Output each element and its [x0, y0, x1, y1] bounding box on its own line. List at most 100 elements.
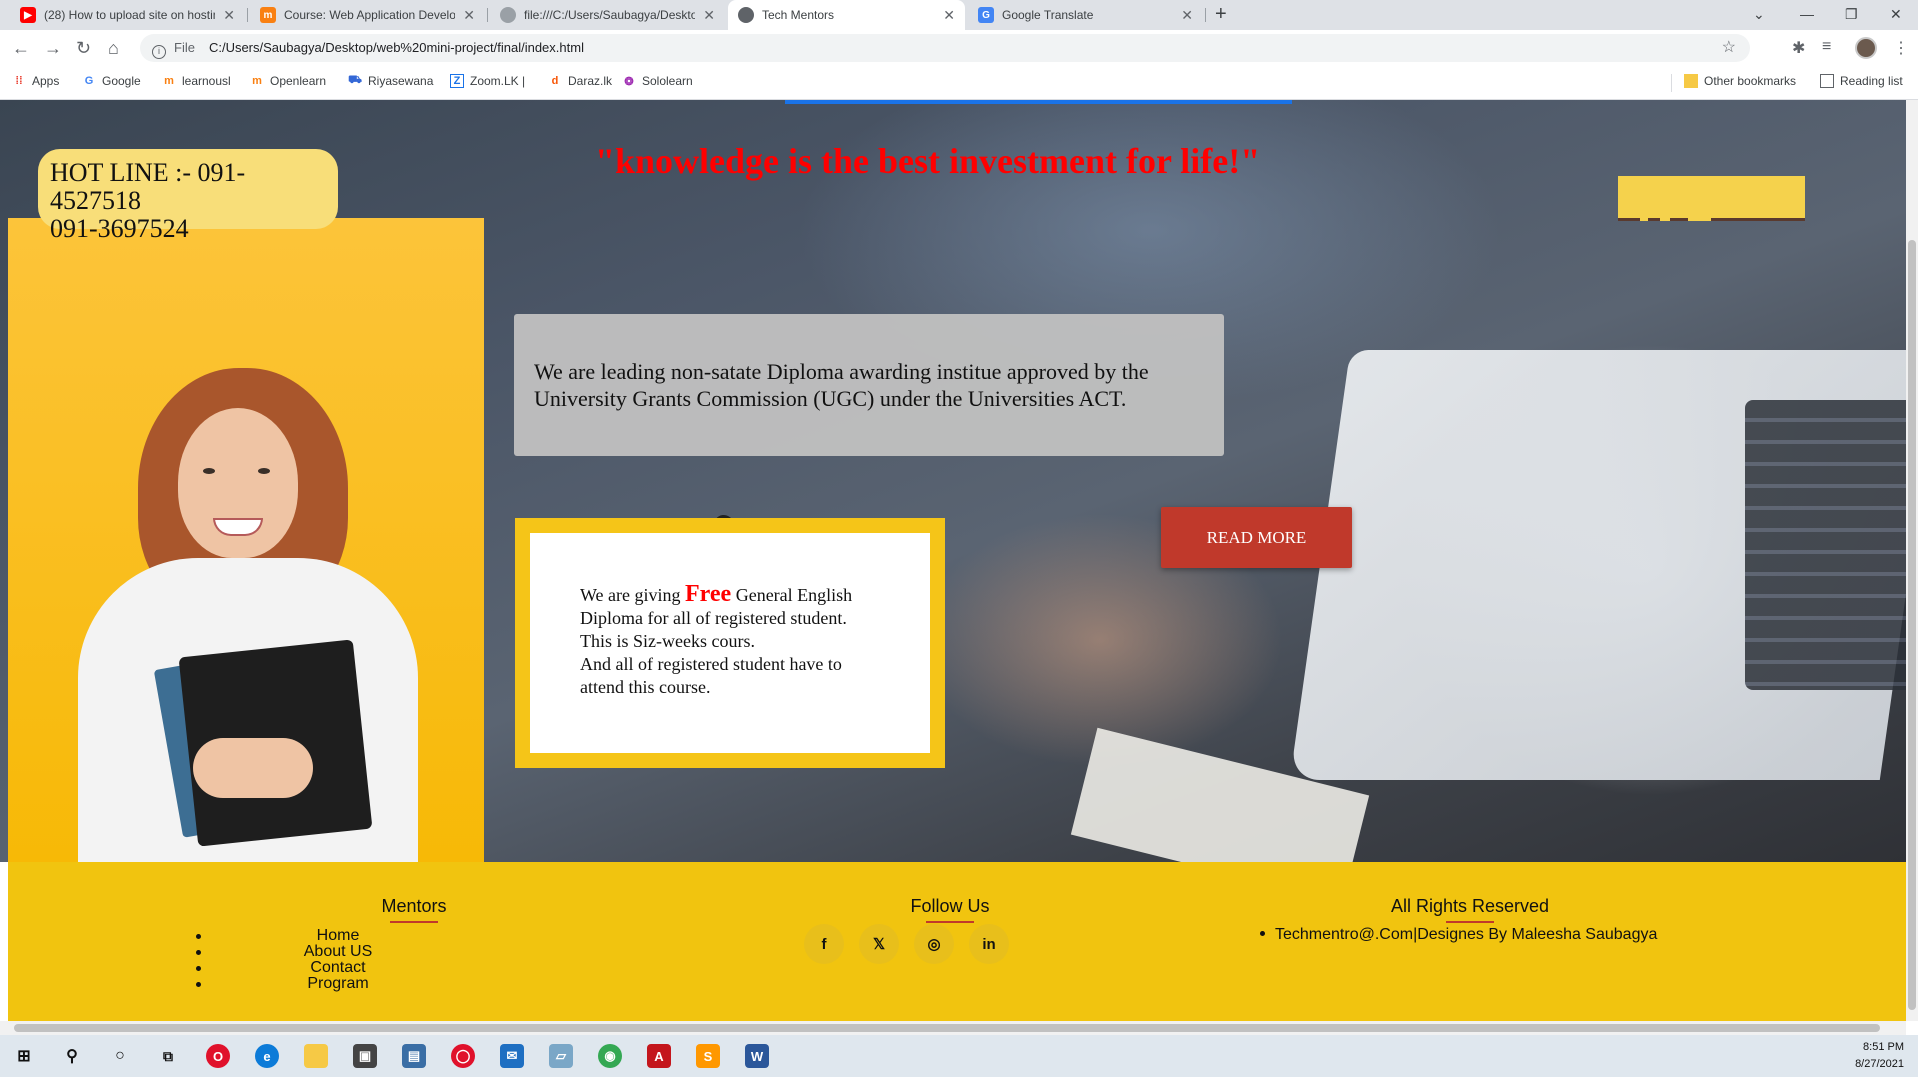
extensions-icon[interactable]: ✱: [1792, 38, 1805, 58]
media-controls-icon[interactable]: ≡: [1822, 38, 1831, 56]
bookmark-zoomlk[interactable]: Z Zoom.LK |: [450, 74, 525, 88]
linkedin-icon[interactable]: in: [969, 924, 1009, 964]
title-underline: [926, 921, 974, 923]
back-icon[interactable]: ←: [12, 36, 30, 60]
free-highlight: Free: [685, 581, 732, 607]
windows-start-icon[interactable]: ⊞: [12, 1044, 36, 1068]
bookmarks-bar: ⁞⁞ Apps G Google m learnousl m Openlearn ⛟ Ri…: [0, 66, 1918, 100]
free-course-text: We are giving Free General English Diplo…: [530, 533, 930, 753]
home-icon[interactable]: ⌂: [108, 36, 119, 60]
tab-separator: [487, 8, 488, 22]
bookmark-star-icon[interactable]: ☆: [1722, 34, 1736, 62]
daraz-icon: d: [551, 75, 559, 87]
facebook-icon[interactable]: f: [804, 924, 844, 964]
app-icon[interactable]: ▤: [402, 1044, 426, 1068]
notepad-icon[interactable]: ▱: [549, 1044, 573, 1068]
new-tab-button[interactable]: +: [1215, 0, 1227, 30]
bookmark-learnousl[interactable]: m learnousl: [162, 74, 231, 88]
bookmark-daraz[interactable]: d Daraz.lk: [548, 74, 612, 88]
word-icon[interactable]: W: [745, 1044, 769, 1068]
reading-list-icon: [1820, 74, 1834, 88]
forward-icon[interactable]: →: [44, 36, 62, 60]
tab-course[interactable]: m Course: Web Application Develop ✕: [250, 0, 485, 30]
tab-tech-mentors[interactable]: Tech Mentors ✕: [728, 0, 965, 30]
title-underline: [390, 921, 438, 923]
footer-rights-text: Techmentro@.Com|Designes By Maleesha Sau…: [1260, 926, 1657, 944]
close-window-icon[interactable]: ✕: [1890, 0, 1902, 30]
tab-google-translate[interactable]: G Google Translate ✕: [968, 0, 1203, 30]
globe-icon: [738, 7, 754, 23]
instagram-icon[interactable]: ◎: [914, 924, 954, 964]
scheme-label: File: [174, 40, 195, 55]
close-tab-icon[interactable]: ✕: [223, 7, 235, 24]
bookmark-sololearn[interactable]: ❂ Sololearn: [622, 74, 692, 88]
hotline-badge: HOT LINE :- 091-4527518 091-3697524: [38, 149, 338, 243]
scroll-thumb[interactable]: [14, 1024, 1880, 1032]
read-more-button[interactable]: READ MORE: [1161, 507, 1352, 568]
task-view-icon[interactable]: ⧉: [156, 1044, 180, 1068]
close-tab-icon[interactable]: ✕: [703, 7, 715, 24]
file-explorer-icon[interactable]: [304, 1044, 328, 1068]
tab-search-icon[interactable]: ⌄: [1753, 0, 1765, 30]
sublime-icon[interactable]: S: [696, 1044, 720, 1068]
scroll-thumb[interactable]: [1908, 240, 1916, 1010]
translate-icon: G: [978, 7, 994, 23]
info-icon[interactable]: i: [152, 45, 166, 59]
zoom-icon: Z: [450, 74, 464, 88]
google-icon: G: [84, 75, 94, 87]
url-field[interactable]: i File C:/Users/Saubagya/Desktop/web%20min…: [140, 34, 1750, 62]
search-icon[interactable]: ⚲: [60, 1044, 84, 1068]
tab-file[interactable]: file:///C:/Users/Saubagya/Deskto ✕: [490, 0, 725, 30]
cortana-icon[interactable]: ○: [108, 1044, 132, 1068]
close-tab-icon[interactable]: ✕: [463, 7, 475, 24]
page-viewport: "knowledge is the best investment for li…: [0, 100, 1906, 1021]
intro-box: We are leading non-satate Diploma awardi…: [514, 314, 1224, 456]
bookmark-google[interactable]: G Google: [82, 74, 141, 88]
footer-link-contact[interactable]: Contact: [188, 960, 488, 976]
clock-date: 8/27/2021: [1855, 1058, 1904, 1070]
mail-icon[interactable]: ✉: [500, 1044, 524, 1068]
footer-link-about[interactable]: About US: [188, 944, 488, 960]
decor-dash: [1618, 218, 1640, 221]
address-bar-row: ← → ↻ ⌂ i File C:/Users/Saubagya/Desktop/w…: [0, 30, 1918, 66]
photo-eye: [258, 468, 270, 474]
bookmark-openlearn[interactable]: m Openlearn: [250, 74, 326, 88]
keyboard-image: [1745, 400, 1906, 690]
bookmark-apps[interactable]: ⁞⁞ Apps: [12, 74, 59, 88]
moodle-icon: m: [252, 75, 262, 87]
url-text: C:/Users/Saubagya/Desktop/web%20mini-pro…: [208, 40, 584, 55]
tab-separator: [1205, 8, 1206, 22]
chrome-icon[interactable]: ◉: [598, 1044, 622, 1068]
menu-kebab-icon[interactable]: ⋮: [1893, 38, 1909, 58]
folder-icon: [1684, 74, 1698, 88]
store-icon[interactable]: ▣: [353, 1044, 377, 1068]
minimize-icon[interactable]: —: [1800, 0, 1814, 30]
acrobat-icon[interactable]: A: [647, 1044, 671, 1068]
close-tab-icon[interactable]: ✕: [1181, 7, 1193, 24]
decor-dash: [1670, 218, 1688, 221]
reload-icon[interactable]: ↻: [76, 36, 91, 60]
opera-gx-icon[interactable]: ◯: [451, 1044, 475, 1068]
tab-youtube[interactable]: ▶ (28) How to upload site on hostin ✕: [10, 0, 245, 30]
footer-rights-title: All Rights Reserved: [1380, 896, 1560, 923]
avatar[interactable]: [1855, 37, 1877, 59]
horizontal-scrollbar[interactable]: [0, 1021, 1906, 1035]
other-bookmarks[interactable]: Other bookmarks: [1684, 74, 1796, 88]
bookmark-riyasewana[interactable]: ⛟ Riyasewana: [348, 74, 433, 88]
moodle-icon: m: [164, 75, 174, 87]
apps-icon: ⁞⁞: [15, 75, 23, 87]
footer-links: Home About US Contact Program: [188, 928, 488, 992]
footer-link-home[interactable]: Home: [188, 928, 488, 944]
free-course-card: We are giving Free General English Diplo…: [515, 518, 945, 768]
twitter-icon[interactable]: 𝕏: [859, 924, 899, 964]
reading-list[interactable]: Reading list: [1820, 74, 1903, 88]
system-clock[interactable]: 8:51 PM 8/27/2021: [1855, 1039, 1904, 1073]
close-tab-icon[interactable]: ✕: [943, 7, 955, 24]
vertical-scrollbar[interactable]: [1906, 100, 1918, 1021]
tab-strip: ▶ (28) How to upload site on hostin ✕ m …: [0, 0, 1918, 30]
edge-icon[interactable]: e: [255, 1044, 279, 1068]
opera-icon[interactable]: O: [206, 1044, 230, 1068]
restore-icon[interactable]: ❐: [1845, 0, 1858, 30]
footer-link-program[interactable]: Program: [188, 976, 488, 992]
decor-dash: [1711, 218, 1805, 221]
